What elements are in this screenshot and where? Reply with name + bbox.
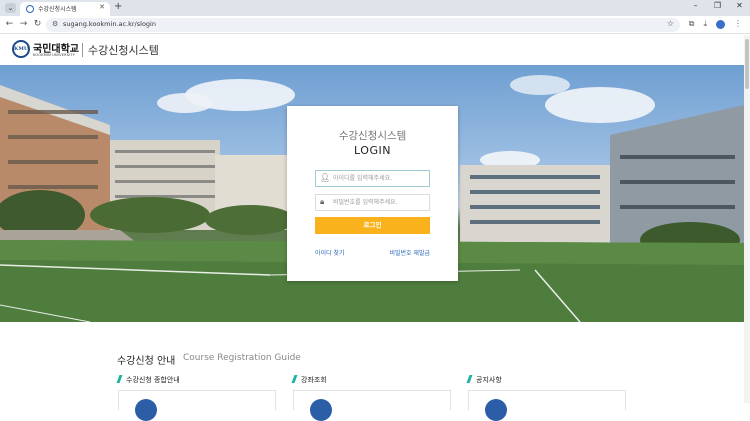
reload-icon[interactable]: ↻	[32, 19, 43, 29]
minimize-icon[interactable]: –	[691, 1, 700, 10]
password-field[interactable]: 🔒︎	[315, 194, 430, 211]
notices-card[interactable]	[468, 390, 626, 421]
id-input[interactable]	[333, 172, 427, 185]
tab-search-icon[interactable]: ⌄	[5, 3, 16, 13]
course-search-card[interactable]	[293, 390, 451, 421]
guide-subtitle: Course Registration Guide	[183, 353, 301, 363]
restore-icon[interactable]: ❐	[713, 1, 722, 10]
notices-card-icon	[485, 399, 507, 421]
login-button[interactable]: 로그인	[315, 217, 430, 234]
reset-password-link[interactable]: 비밀번호 재발급	[389, 248, 430, 257]
accent-bar	[116, 375, 123, 383]
password-input[interactable]	[333, 196, 427, 209]
accent-bar	[291, 375, 298, 383]
university-emblem-icon[interactable]: KMU	[12, 40, 30, 58]
close-window-icon[interactable]: ✕	[735, 1, 744, 10]
globe-icon	[26, 5, 34, 13]
download-icon[interactable]: ⤓	[703, 19, 707, 29]
profile-avatar-icon[interactable]	[716, 20, 725, 29]
id-field[interactable]: 👤︎	[315, 170, 430, 187]
column-label: 강좌조회	[301, 376, 327, 384]
accent-bar	[466, 375, 473, 383]
login-heading: LOGIN	[354, 144, 391, 157]
guide-column-course-search[interactable]: 강좌조회	[291, 375, 327, 385]
forward-icon[interactable]: →	[18, 19, 29, 29]
university-subtext: KOOKMIN UNIVERSITY	[33, 53, 76, 57]
header-divider	[82, 43, 83, 57]
browser-tab[interactable]: 수강신청시스템 ✕	[20, 2, 110, 16]
page-scrollbar[interactable]	[744, 35, 750, 403]
find-id-link[interactable]: 아이디 찾기	[315, 248, 345, 257]
overview-card-icon	[135, 399, 157, 421]
course-search-card-icon	[310, 399, 332, 421]
extensions-icon[interactable]: ⧉	[689, 19, 695, 29]
guide-column-overview[interactable]: 수강신청 종합안내	[116, 375, 180, 385]
close-tab-icon[interactable]: ✕	[99, 3, 105, 11]
address-bar[interactable]: ⚙ sugang.kookmin.ac.kr/slogin ☆	[46, 18, 680, 32]
bookmark-star-icon[interactable]: ☆	[667, 19, 674, 28]
user-icon: 👤︎	[320, 173, 331, 182]
guide-title: 수강신청 안내	[117, 356, 176, 367]
lock-icon: 🔒︎	[320, 197, 325, 206]
back-icon[interactable]: ←	[4, 19, 15, 29]
login-card: 수강신청시스템 LOGIN 👤︎ 🔒︎ 로그인 아이디 찾기 비밀번호 재발급	[287, 106, 458, 281]
site-header: KMU 국민대학교 KOOKMIN UNIVERSITY 수강신청시스템	[0, 35, 750, 65]
new-tab-icon[interactable]: +	[114, 1, 122, 12]
browser-tab-bar: ⌄ 수강신청시스템 ✕ + – ❐ ✕	[0, 0, 750, 16]
toolbar-actions: ⧉ ⤓ ⋮	[689, 19, 742, 29]
guide-column-notices[interactable]: 공지사항	[466, 375, 502, 385]
login-card-title: 수강신청시스템	[338, 130, 407, 142]
menu-icon[interactable]: ⋮	[734, 19, 742, 29]
browser-toolbar: ← → ↻ ⚙ sugang.kookmin.ac.kr/slogin ☆ ⧉ …	[0, 16, 750, 34]
column-label: 공지사항	[476, 376, 502, 384]
tab-title: 수강신청시스템	[38, 6, 77, 13]
column-label: 수강신청 종합안내	[126, 376, 180, 384]
url-text[interactable]: sugang.kookmin.ac.kr/slogin	[63, 20, 156, 28]
overview-card[interactable]	[118, 390, 276, 421]
header-title[interactable]: 수강신청시스템	[88, 42, 159, 58]
site-info-icon[interactable]: ⚙	[52, 20, 58, 28]
scrollbar-thumb[interactable]	[745, 39, 749, 89]
window-controls: – ❐ ✕	[691, 1, 744, 10]
